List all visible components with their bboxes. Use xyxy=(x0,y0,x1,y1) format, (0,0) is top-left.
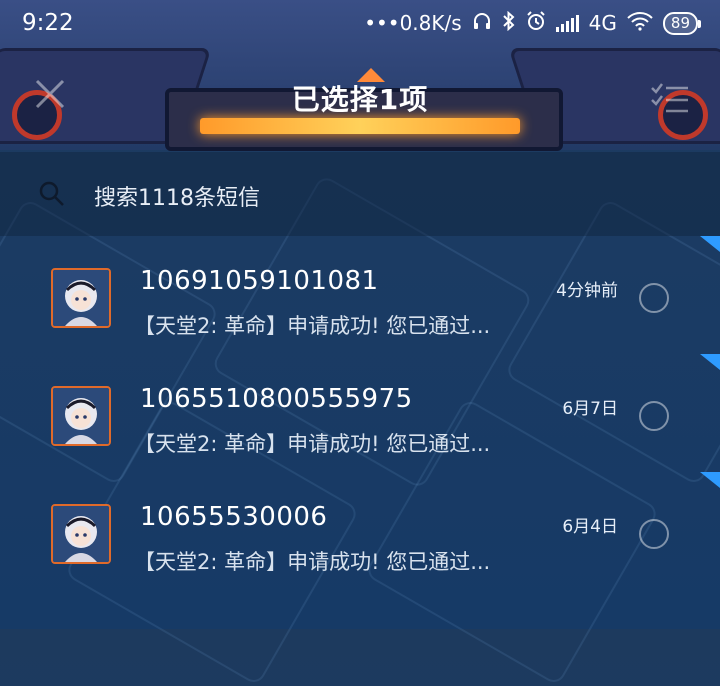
message-preview: 【天堂2: 革命】申请成功! 您已通过... xyxy=(134,314,491,338)
select-checkbox[interactable] xyxy=(639,283,669,313)
select-all-icon xyxy=(650,83,690,122)
status-bar: 9:22 •••0.8K/s 4G 89 xyxy=(0,0,720,46)
bluetooth-icon xyxy=(502,10,516,36)
select-checkbox[interactable] xyxy=(639,401,669,431)
avatar xyxy=(51,268,111,328)
battery-icon: 89 xyxy=(662,11,702,35)
avatar xyxy=(51,504,111,564)
network-type: 4G xyxy=(588,11,617,35)
status-icons: •••0.8K/s 4G 89 xyxy=(364,10,702,36)
unread-indicator xyxy=(700,354,720,370)
status-time: 9:22 xyxy=(22,10,74,36)
select-checkbox[interactable] xyxy=(639,519,669,549)
list-item[interactable]: 1065510800555975 【天堂2: 革命】申请成功! 您已通过... … xyxy=(0,354,720,472)
search-icon xyxy=(38,180,66,208)
message-time: 6月7日 xyxy=(562,399,618,419)
wifi-icon xyxy=(627,11,653,36)
message-preview: 【天堂2: 革命】申请成功! 您已通过... xyxy=(134,432,491,456)
title-bar: 已选择1项 xyxy=(0,60,720,134)
search-input[interactable]: 搜索1118条短信 xyxy=(94,180,260,212)
page-title: 已选择1项 xyxy=(291,83,429,116)
alarm-icon xyxy=(526,10,546,36)
sender-number: 10691059101081 xyxy=(140,266,379,296)
sender-number: 10655530006 xyxy=(140,502,328,532)
network-speed: •••0.8K/s xyxy=(364,11,462,35)
message-list: 10691059101081 【天堂2: 革命】申请成功! 您已通过... 4分… xyxy=(0,236,720,590)
sender-number: 1065510800555975 xyxy=(140,384,413,414)
unread-indicator xyxy=(700,472,720,488)
message-preview: 【天堂2: 革命】申请成功! 您已通过... xyxy=(134,550,491,574)
unread-indicator xyxy=(700,236,720,252)
signal-icon xyxy=(555,14,579,32)
search-bar[interactable]: 搜索1118条短信 xyxy=(0,152,720,236)
list-item[interactable]: 10655530006 【天堂2: 革命】申请成功! 您已通过... 6月4日 xyxy=(0,472,720,590)
message-time: 4分钟前 xyxy=(556,281,618,301)
avatar xyxy=(51,386,111,446)
headphones-icon xyxy=(472,11,492,36)
list-item[interactable]: 10691059101081 【天堂2: 革命】申请成功! 您已通过... 4分… xyxy=(0,236,720,354)
select-all-button[interactable] xyxy=(650,78,690,118)
message-time: 6月4日 xyxy=(562,517,618,537)
